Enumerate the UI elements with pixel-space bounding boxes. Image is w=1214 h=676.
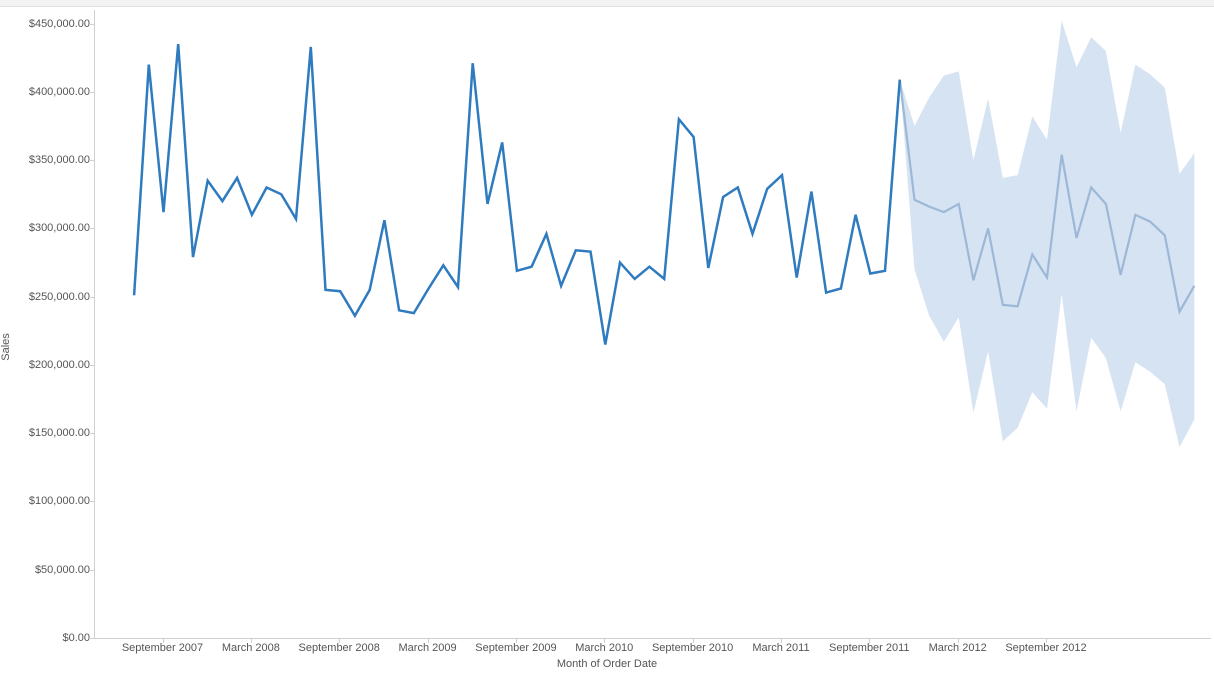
actual-sales-line xyxy=(134,44,900,344)
x-tick-label: March 2009 xyxy=(399,642,457,654)
x-tick-mark xyxy=(781,638,782,643)
x-tick-mark xyxy=(604,638,605,643)
y-tick-label: $200,000.00 xyxy=(29,359,90,371)
y-tick-label: $150,000.00 xyxy=(29,427,90,439)
y-tick-label: $350,000.00 xyxy=(29,154,90,166)
y-tick-label: $50,000.00 xyxy=(35,564,90,576)
forecast-confidence-band xyxy=(900,21,1195,447)
x-tick-mark xyxy=(163,638,164,643)
x-tick-label: March 2011 xyxy=(752,642,809,654)
x-tick-label: March 2010 xyxy=(575,642,633,654)
chart-svg xyxy=(95,10,1211,638)
x-tick-mark xyxy=(251,638,252,643)
y-tick-label: $250,000.00 xyxy=(29,291,90,303)
y-tick-label: $450,000.00 xyxy=(29,18,90,30)
x-tick-mark xyxy=(516,638,517,643)
chart-container: $0.00 $50,000.00 $100,000.00 $150,000.00 $20… xyxy=(0,6,1214,676)
x-tick-label: September 2010 xyxy=(652,642,733,654)
x-tick-mark xyxy=(869,638,870,643)
plot-area[interactable] xyxy=(94,10,1211,639)
x-tick-label: September 2007 xyxy=(122,642,203,654)
x-axis-title: Month of Order Date xyxy=(557,658,657,670)
x-tick-label: September 2008 xyxy=(299,642,380,654)
x-tick-label: September 2009 xyxy=(475,642,556,654)
x-tick-label: September 2012 xyxy=(1005,642,1086,654)
x-tick-label: September 2011 xyxy=(829,642,910,654)
x-tick-mark xyxy=(339,638,340,643)
y-axis-title: Sales xyxy=(0,333,12,361)
x-tick-label: March 2008 xyxy=(222,642,280,654)
y-tick-label: $400,000.00 xyxy=(29,86,90,98)
y-tick-label: $100,000.00 xyxy=(29,495,90,507)
x-tick-label: March 2012 xyxy=(929,642,987,654)
x-tick-mark xyxy=(428,638,429,643)
x-tick-mark xyxy=(958,638,959,643)
y-tick-label: $0.00 xyxy=(62,632,90,644)
x-tick-mark xyxy=(1046,638,1047,643)
y-tick-label: $300,000.00 xyxy=(29,222,90,234)
x-tick-mark xyxy=(693,638,694,643)
